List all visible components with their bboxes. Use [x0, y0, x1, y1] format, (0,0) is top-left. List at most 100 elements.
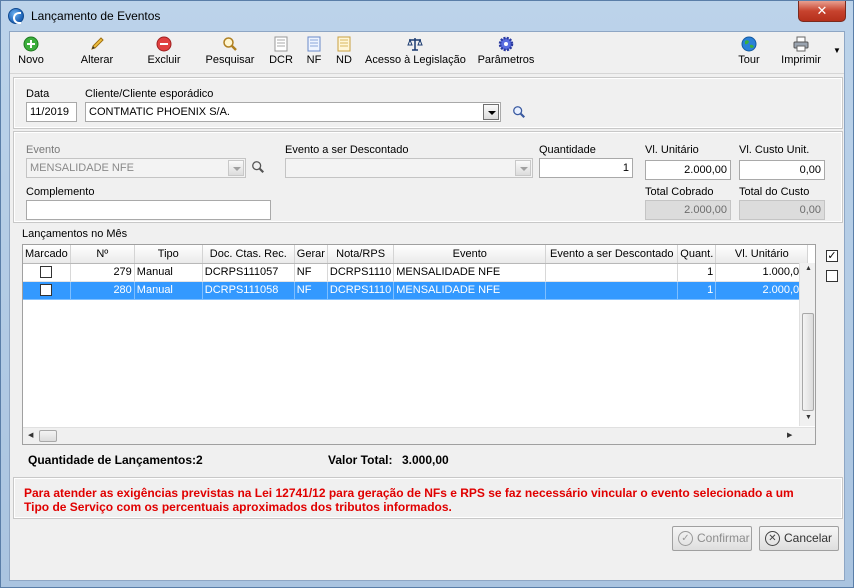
column-header-numero[interactable]: Nº [70, 245, 135, 264]
data-label: Data [26, 88, 50, 100]
unselect-all-checkbox[interactable] [826, 270, 838, 282]
scroll-right-icon[interactable]: ▶ [787, 431, 792, 439]
table-row[interactable]: 279 Manual DCRPS111057 NF DCRPS1110 MENS… [23, 263, 809, 282]
client-area: Novo Alterar Excluir Pesquisar DCR NF ND… [9, 31, 845, 581]
column-header-gerar[interactable]: Gerar [294, 245, 328, 264]
total-custo-label: Total do Custo [739, 186, 810, 198]
valor-total-value: 3.000,00 [402, 453, 449, 467]
marcado-cell[interactable] [23, 263, 71, 282]
novo-button[interactable]: Novo [16, 36, 46, 72]
cliente-select[interactable]: CONTMATIC PHOENIX S/A. [85, 102, 501, 122]
toolbar: Novo Alterar Excluir Pesquisar DCR NF ND… [10, 32, 844, 74]
lancamentos-section-label: Lançamentos no Mês [22, 228, 128, 240]
printer-icon [793, 36, 809, 52]
confirmar-label: Confirmar [697, 531, 750, 545]
row-checkbox[interactable] [40, 266, 53, 279]
vl-custo-field[interactable]: 0,00 [739, 160, 825, 180]
row-checkbox[interactable] [40, 284, 53, 297]
evento-select-value: MENSALIDADE NFE [30, 162, 134, 174]
pesquisar-button[interactable]: Pesquisar [205, 36, 255, 72]
column-header-evento[interactable]: Evento [393, 245, 547, 264]
vertical-scrollbar[interactable]: ▲ ▼ [799, 263, 815, 426]
add-icon [23, 36, 39, 52]
evento-label: Evento [26, 144, 61, 156]
delete-icon [156, 36, 172, 52]
quantidade-label: Quantidade [539, 144, 596, 156]
column-header-quant[interactable]: Quant. [677, 245, 717, 264]
confirmar-button[interactable]: ✓ Confirmar [672, 526, 752, 551]
lancamentos-grid[interactable]: Marcado Nº Tipo Doc. Ctas. Rec. Gerar No… [22, 244, 816, 445]
nf-button[interactable]: NF [303, 36, 325, 72]
parametros-button[interactable]: Parâmetros [476, 36, 536, 72]
chevron-down-icon[interactable] [483, 104, 499, 120]
evento-descontado-select[interactable] [285, 158, 533, 178]
scroll-left-icon[interactable]: ◀ [28, 431, 33, 439]
vertical-scroll-thumb[interactable] [802, 313, 814, 411]
scroll-up-icon[interactable]: ▲ [805, 265, 812, 272]
header-panel: Data 11/2019 Cliente/Cliente esporádico … [13, 77, 843, 129]
dcr-document-icon [274, 36, 288, 52]
gear-icon [498, 36, 514, 52]
evento-select: MENSALIDADE NFE [26, 158, 246, 178]
vl-unitario-label: Vl. Unitário [645, 144, 699, 156]
magnifier-icon [223, 37, 237, 51]
evento-descontado-label: Evento a ser Descontado [285, 144, 409, 156]
excluir-button[interactable]: Excluir [145, 36, 183, 72]
complemento-field[interactable] [26, 200, 271, 220]
imprimir-button[interactable]: Imprimir [778, 36, 824, 72]
horizontal-scrollbar[interactable]: ◀ ▶ [23, 427, 815, 444]
tour-button[interactable]: Tour [736, 36, 762, 72]
nd-document-icon [337, 36, 351, 52]
total-cobrado-field: 2.000,00 [645, 200, 731, 220]
lancamentos-table: Marcado Nº Tipo Doc. Ctas. Rec. Gerar No… [23, 245, 809, 300]
vl-custo-label: Vl. Custo Unit. [739, 144, 810, 156]
parametros-label: Parâmetros [477, 54, 535, 66]
doc-cell: DCRPS111057 [202, 263, 295, 282]
acesso-legislacao-button[interactable]: Acesso à Legislação [365, 36, 466, 72]
horizontal-scroll-thumb[interactable] [39, 430, 57, 442]
column-header-descontado[interactable]: Evento a ser Descontado [545, 245, 679, 264]
column-header-vl-unitario[interactable]: Vl. Unitário [715, 245, 809, 264]
table-header-row: Marcado Nº Tipo Doc. Ctas. Rec. Gerar No… [23, 245, 809, 264]
dcr-button[interactable]: DCR [268, 36, 294, 72]
tour-label: Tour [738, 54, 760, 66]
excluir-label: Excluir [147, 54, 181, 66]
gerar-cell: NF [294, 263, 328, 282]
total-custo-field: 0,00 [739, 200, 825, 220]
column-header-nota[interactable]: Nota/RPS [327, 245, 395, 264]
evento-cell: MENSALIDADE NFE [393, 281, 547, 300]
nota-cell: DCRPS1110 [327, 281, 395, 300]
select-all-checkbox[interactable]: ✓ [826, 250, 838, 262]
toolbar-overflow-arrow-icon[interactable]: ▼ [833, 46, 841, 55]
column-header-marcado[interactable]: Marcado [23, 245, 71, 264]
marcado-cell[interactable] [23, 281, 71, 300]
search-cliente-icon[interactable] [512, 105, 526, 119]
vl-unitario-field[interactable]: 2.000,00 [645, 160, 731, 180]
title-bar[interactable]: Lançamento de Eventos ✕ [1, 1, 853, 31]
acesso-legislacao-label: Acesso à Legislação [365, 54, 466, 66]
column-header-tipo[interactable]: Tipo [134, 245, 203, 264]
tipo-cell: Manual [134, 263, 203, 282]
search-evento-icon[interactable] [251, 160, 265, 174]
pesquisar-label: Pesquisar [205, 54, 255, 66]
valor-total-label: Valor Total: [328, 453, 393, 467]
nd-button[interactable]: ND [333, 36, 355, 72]
data-field[interactable]: 11/2019 [26, 102, 77, 122]
numero-cell: 279 [70, 263, 135, 282]
vl-unitario-cell: 2.000,00 [715, 281, 809, 300]
nota-cell: DCRPS1110 [327, 263, 395, 282]
numero-cell: 280 [70, 281, 135, 300]
table-row-selected[interactable]: 280 Manual DCRPS111058 NF DCRPS1110 MENS… [23, 281, 809, 300]
gerar-cell: NF [294, 281, 328, 300]
quantidade-field[interactable]: 1 [539, 158, 633, 178]
nf-document-icon [307, 36, 321, 52]
cancelar-button[interactable]: ✕ Cancelar [759, 526, 839, 551]
alterar-button[interactable]: Alterar [76, 36, 118, 72]
window-title: Lançamento de Eventos [31, 9, 161, 23]
main-window: Lançamento de Eventos ✕ Novo Alterar Exc… [0, 0, 854, 588]
column-header-doc[interactable]: Doc. Ctas. Rec. [202, 245, 295, 264]
scroll-down-icon[interactable]: ▼ [805, 414, 812, 421]
pencil-icon [91, 37, 104, 50]
close-window-button[interactable]: ✕ [798, 1, 846, 22]
alterar-label: Alterar [80, 54, 114, 66]
